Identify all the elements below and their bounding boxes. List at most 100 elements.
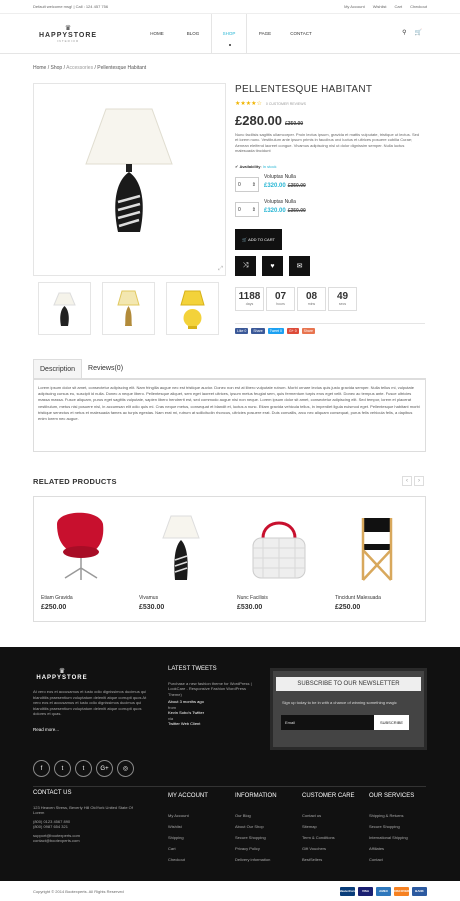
cart-icon[interactable]: 🛒 xyxy=(415,29,422,36)
footer-link[interactable]: Our Blog xyxy=(235,810,277,821)
visa-icon: VISA xyxy=(358,886,373,896)
site-logo[interactable]: ♛ HAPPYSTORE INTERIOR xyxy=(33,25,103,43)
footer-link[interactable]: Shipping & Returns xyxy=(369,810,414,821)
footer-link[interactable]: Sitemap xyxy=(302,821,355,832)
top-links: My Account Wishlist Cart Checkout xyxy=(344,4,427,9)
related-product-2[interactable]: Vivamus £530.00 xyxy=(132,497,230,623)
divider xyxy=(235,323,425,324)
cart-link[interactable]: Cart xyxy=(395,4,403,9)
share-button[interactable]: Share xyxy=(301,328,315,334)
stepper-arrows-icon[interactable]: ⇕ xyxy=(252,182,256,188)
nav-page[interactable]: Page xyxy=(247,14,283,54)
tab-reviews[interactable]: Reviews(0) xyxy=(82,359,129,378)
tumblr-icon[interactable]: t xyxy=(75,760,92,777)
footer-link[interactable]: Wishlist xyxy=(168,821,208,832)
facebook-share-button[interactable]: Share xyxy=(251,328,265,334)
dribbble-icon[interactable]: ◎ xyxy=(117,760,134,777)
checkout-link[interactable]: Checkout xyxy=(410,4,427,9)
quantity-stepper[interactable]: 0 ⇕ xyxy=(235,177,259,192)
breadcrumb-current: Pellentesque Habitant xyxy=(97,65,147,71)
breadcrumb-accessories[interactable]: Accessories xyxy=(66,65,93,71)
thumbnail-3[interactable] xyxy=(166,282,219,335)
product-price: £530.00 xyxy=(139,604,165,611)
nav-home[interactable]: Home xyxy=(139,14,175,54)
thumbnail-1[interactable] xyxy=(38,282,91,335)
search-icon[interactable]: ⚲ xyxy=(402,29,406,36)
product-name[interactable]: Tincidunt Malesuada xyxy=(335,595,381,601)
tweet-button[interactable]: Tweet 0 xyxy=(267,328,284,334)
my-account-link[interactable]: My Account xyxy=(344,4,365,9)
tweet-client[interactable]: Twitter Web Client xyxy=(168,721,258,727)
thumbnail-2[interactable] xyxy=(102,282,155,335)
option-row-1: 0 ⇕ Voluptas Nulla £320.00 £350.00 xyxy=(235,174,425,194)
related-product-1[interactable]: Etiam Gravida £250.00 xyxy=(34,497,132,623)
welcome-message: Default welcome msg! | Call : 124 457 75… xyxy=(33,4,109,9)
footer-link[interactable]: Contact us xyxy=(302,810,355,821)
footer-link[interactable]: Privacy Policy xyxy=(235,843,277,854)
breadcrumb-home[interactable]: Home xyxy=(33,65,46,71)
footer-link[interactable]: Term & Conditions xyxy=(302,832,355,843)
related-product-3[interactable]: Nunc Facilisis £530.00 xyxy=(230,497,328,623)
tab-description[interactable]: Description xyxy=(33,359,83,378)
countdown-unit: mins xyxy=(307,302,316,306)
chevron-right-icon[interactable]: › xyxy=(414,476,424,486)
facebook-like-button[interactable]: Like 0 xyxy=(235,328,249,334)
compare-button[interactable]: ⤨ xyxy=(235,256,256,276)
zoom-icon[interactable]: ⤢ xyxy=(218,266,223,273)
subscribe-button[interactable]: SUBSCRIBE xyxy=(374,715,409,730)
footer-link[interactable]: Contact xyxy=(369,854,414,865)
footer-link[interactable]: Shipping xyxy=(168,832,208,843)
crown-icon: ♛ xyxy=(58,668,66,675)
quantity-stepper[interactable]: 0 ⇕ xyxy=(235,202,259,217)
email-button[interactable]: ✉ xyxy=(289,256,310,276)
contact-us: CONTACT US 123 Heaven Stress, Beverly Hi… xyxy=(33,790,133,844)
read-more-link[interactable]: Read more... xyxy=(33,727,59,732)
product-name[interactable]: Nunc Facilisis xyxy=(237,595,268,601)
related-product-4[interactable]: Tincidunt Malesuada £250.00 xyxy=(328,497,426,623)
footer-link[interactable]: Delivery information xyxy=(235,854,277,865)
footer-col-information: INFORMATION Our Blog About Our Shop Secu… xyxy=(235,791,277,865)
footer-col-account: MY ACCOUNT My Account Wishlist Shipping … xyxy=(168,791,208,865)
nav-contact[interactable]: Contact xyxy=(283,14,319,54)
product-name[interactable]: Vivamus xyxy=(139,595,158,601)
footer-link[interactable]: Checkout xyxy=(168,854,208,865)
footer-link[interactable]: Cart xyxy=(168,843,208,854)
footer-link[interactable]: Secure Shopping xyxy=(235,832,277,843)
twitter-icon[interactable]: t xyxy=(54,760,71,777)
col-title: CUSTOMER CARE xyxy=(302,793,355,799)
nav-blog[interactable]: Blog xyxy=(175,14,211,54)
reviews-link[interactable]: 0 CUSTOMER REVIEWS xyxy=(266,102,306,106)
logo-name: HAPPYSTORE xyxy=(38,31,98,39)
google-plus-icon[interactable]: G+ xyxy=(96,760,113,777)
contact-email-2[interactable]: contact@bootexperts.com xyxy=(33,838,133,844)
breadcrumb-shop[interactable]: Shop xyxy=(51,65,63,71)
lamp-image xyxy=(85,108,173,232)
google-plus-button[interactable]: G+ 0 xyxy=(286,328,299,334)
countdown-hours: 07 hours xyxy=(266,287,295,311)
product-main-image[interactable]: ⤢ xyxy=(33,83,226,276)
footer-link[interactable]: Affiliates xyxy=(369,843,414,854)
product-name[interactable]: Etiam Gravida xyxy=(41,595,73,601)
chevron-left-icon[interactable]: ‹ xyxy=(402,476,412,486)
breadcrumb: Home / Shop / Accessories / Pellentesque… xyxy=(33,65,147,71)
wishlist-button[interactable]: ♥ xyxy=(262,256,283,276)
add-to-cart-button[interactable]: 🛒 ADD TO CART xyxy=(235,229,282,250)
newsletter-form: Email SUBSCRIBE xyxy=(281,715,409,730)
email-input[interactable]: Email xyxy=(281,715,374,730)
facebook-icon[interactable]: f xyxy=(33,760,50,777)
footer-link[interactable]: International Shipping xyxy=(369,832,414,843)
footer-link[interactable]: Secure Shopping xyxy=(369,821,414,832)
nav-shop[interactable]: Shop xyxy=(211,13,247,54)
footer-link[interactable]: About Our Shop xyxy=(235,821,277,832)
footer-link[interactable]: My Account xyxy=(168,810,208,821)
shuffle-icon: ⤨ xyxy=(242,262,249,269)
tweet-text[interactable]: Purchase a new fashion theme for WordPre… xyxy=(168,681,258,698)
copyright: Copyright © 2014 Bootexperts. All Rights… xyxy=(33,888,124,894)
carousel-arrows: ‹ › xyxy=(402,476,424,486)
contact-title: CONTACT US xyxy=(33,790,72,796)
footer-logo[interactable]: ♛ HAPPYSTORE xyxy=(33,667,91,681)
wishlist-link[interactable]: Wishlist xyxy=(373,4,387,9)
footer-link[interactable]: BestSellers xyxy=(302,854,355,865)
footer-link[interactable]: Gift Vouchers xyxy=(302,843,355,854)
stepper-arrows-icon[interactable]: ⇕ xyxy=(252,207,256,213)
